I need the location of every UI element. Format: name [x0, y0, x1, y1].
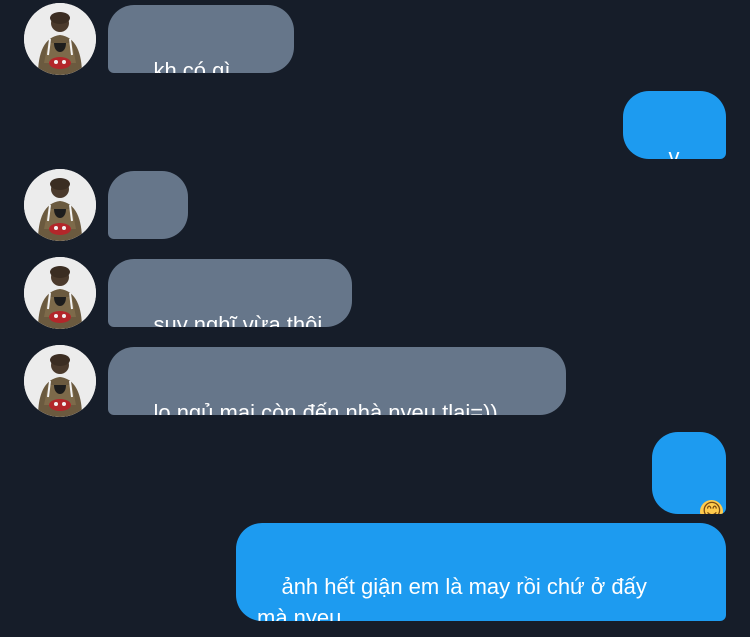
sender-avatar[interactable] — [24, 345, 96, 417]
message-bubble-outgoing[interactable]: ảnh hết giận em là may rồi chứ ở đấy mà … — [236, 523, 726, 621]
message-bubble-incoming[interactable]: lo ngủ mai còn đến nhà nyeu tlai=)) — [108, 347, 566, 415]
message-bubble-incoming[interactable]: kh có gì đâu — [108, 5, 294, 73]
avatar-photo — [24, 3, 96, 75]
avatar-photo — [24, 257, 96, 329]
message-text: suy nghĩ vừa thôi — [153, 312, 323, 327]
message-text: ảnh hết giận em là may rồi chứ ở đấy mà … — [257, 574, 647, 621]
message-text: v hả? — [668, 144, 680, 159]
message-text: kh có gì đâu — [153, 58, 231, 73]
sender-avatar[interactable] — [24, 169, 96, 241]
avatar-photo — [24, 169, 96, 241]
smiling-face-emoji-icon: 😊 — [700, 500, 724, 514]
message-text: lo ngủ mai còn đến nhà nyeu tlai=)) — [153, 400, 498, 415]
avatar-photo — [24, 345, 96, 417]
message-bubble-incoming[interactable]: ừm — [108, 171, 188, 239]
message-bubble-outgoing[interactable]: 😊 — [652, 432, 726, 514]
chat-thread: kh có gì đâu v hả? ừm — [0, 0, 750, 637]
message-bubble-incoming[interactable]: suy nghĩ vừa thôi — [108, 259, 352, 327]
message-bubble-outgoing[interactable]: v hả? — [623, 91, 726, 159]
sender-avatar[interactable] — [24, 257, 96, 329]
sender-avatar[interactable] — [24, 3, 96, 75]
